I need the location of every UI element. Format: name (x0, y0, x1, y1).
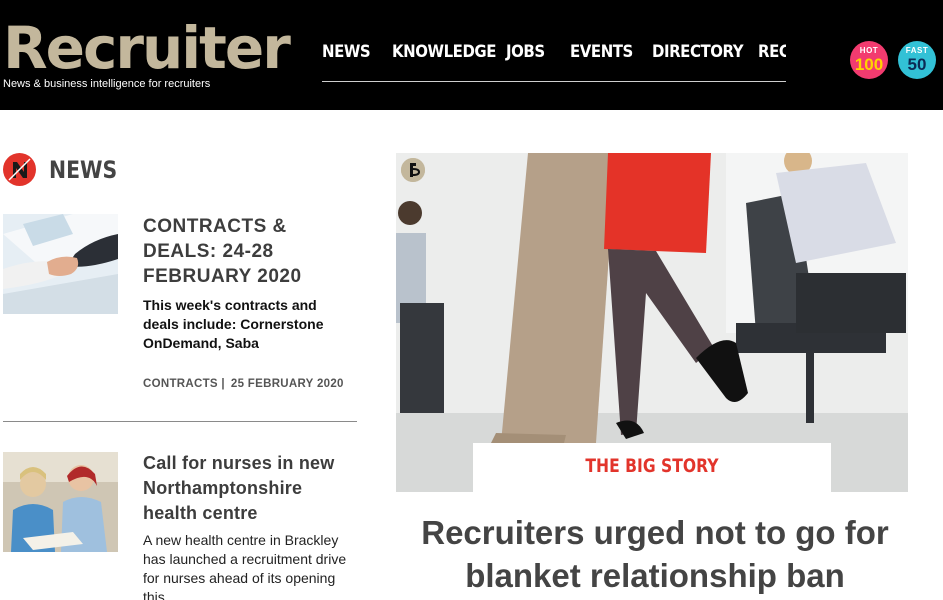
big-story-image[interactable] (396, 153, 908, 492)
fast-50-badge[interactable]: FAST 50 (898, 41, 936, 79)
site-header: Recruiter News & business intelligence f… (0, 0, 943, 110)
article-thumbnail-handshake[interactable] (3, 214, 118, 314)
article-divider (3, 421, 357, 422)
premium-icon (401, 158, 425, 182)
nav-jobs[interactable]: JOBS (506, 42, 545, 62)
big-story-label: THE BIG STORY (585, 455, 719, 477)
article-meta: CONTRACTS | 25 FEBRUARY 2020 (143, 378, 344, 390)
site-tagline: News & business intelligence for recruit… (3, 78, 211, 90)
main-nav: NEWS KNOWLEDGE JOBS EVENTS DIRECTORY REC (322, 42, 786, 82)
article-summary: This week's contracts and deals include:… (143, 297, 324, 351)
hot-100-badge-number: 100 (854, 55, 884, 74)
nav-events[interactable]: EVENTS (570, 42, 633, 62)
article-title[interactable]: Call for nurses in new Northamptonshire … (143, 451, 358, 526)
nav-news[interactable]: NEWS (322, 42, 371, 62)
fast-50-badge-top: FAST (905, 46, 929, 55)
article-category[interactable]: CONTRACTS | (143, 378, 225, 390)
big-story-headline[interactable]: Recruiters urged not to go for blanket r… (400, 511, 910, 597)
article-thumbnail-nurses[interactable] (3, 452, 118, 552)
big-story-label-box: THE BIG STORY (473, 443, 831, 492)
article-title[interactable]: CONTRACTS & DEALS: 24-28 FEBRUARY 2020 (143, 214, 358, 289)
section-title-news[interactable]: NEWS (49, 156, 117, 184)
nav-knowledge[interactable]: KNOWLEDGE (392, 42, 496, 62)
nav-directory[interactable]: DIRECTORY (652, 42, 744, 62)
hot-100-badge-top: HOT (859, 46, 879, 55)
article-summary: A new health centre in Brackley has laun… (143, 532, 347, 600)
fast-50-badge-number: 50 (907, 55, 927, 74)
nav-rec[interactable]: REC (758, 42, 786, 62)
article-date: 25 FEBRUARY 2020 (230, 378, 344, 390)
news-section-icon (3, 153, 36, 186)
recruiter-logo[interactable]: Recruiter (3, 14, 291, 82)
hot-100-badge[interactable]: HOT 100 (850, 41, 888, 79)
